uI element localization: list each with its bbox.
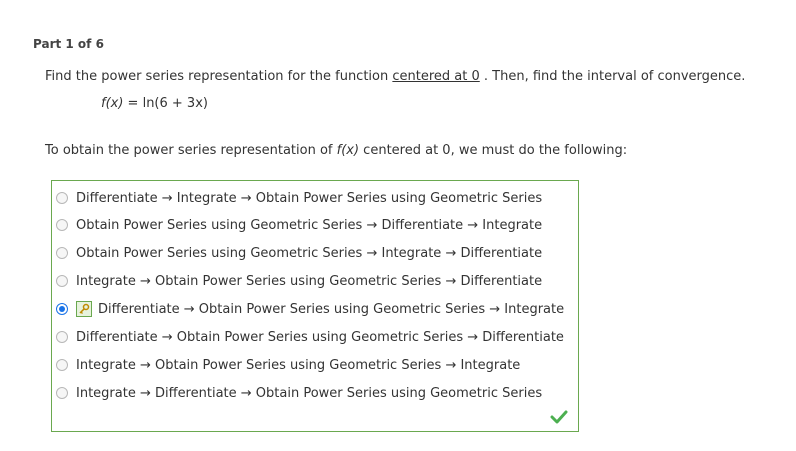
option-label: Integrate → Obtain Power Series using Ge… [76, 357, 521, 373]
function-definition: f(x) = ln(6 + 3x) [101, 96, 208, 111]
option-label: Obtain Power Series using Geometric Seri… [76, 245, 543, 261]
option-3[interactable]: Obtain Power Series using Geometric Seri… [56, 242, 542, 264]
option-label: Obtain Power Series using Geometric Seri… [76, 217, 543, 233]
option-label: Integrate → Differentiate → Obtain Power… [76, 385, 543, 401]
instruction-suffix: centered at 0, we must do the following: [359, 143, 628, 158]
option-5-selected[interactable]: Differentiate → Obtain Power Series usin… [56, 298, 564, 320]
radio-button[interactable] [56, 275, 68, 287]
radio-button-selected[interactable] [56, 303, 68, 315]
key-icon [76, 301, 92, 317]
checkmark-icon [550, 410, 568, 424]
question-text: Find the power series representation for… [45, 69, 745, 84]
question-prefix: Find the power series representation for… [45, 69, 393, 84]
instruction-function: f(x) [336, 143, 360, 158]
radio-button[interactable] [56, 331, 68, 343]
option-6[interactable]: Differentiate → Obtain Power Series usin… [56, 326, 564, 348]
question-page: Part 1 of 6 Find the power series repres… [0, 0, 796, 451]
radio-button[interactable] [56, 219, 68, 231]
radio-button[interactable] [56, 192, 68, 204]
instruction-prefix: To obtain the power series representatio… [45, 143, 337, 158]
option-label: Differentiate → Obtain Power Series usin… [76, 329, 564, 345]
radio-button[interactable] [56, 247, 68, 259]
option-label: Differentiate → Integrate → Obtain Power… [76, 190, 543, 206]
radio-button[interactable] [56, 359, 68, 371]
answer-options-box: Differentiate → Integrate → Obtain Power… [51, 180, 579, 432]
option-8[interactable]: Integrate → Differentiate → Obtain Power… [56, 382, 542, 404]
part-title: Part 1 of 6 [33, 37, 104, 51]
option-label: Integrate → Obtain Power Series using Ge… [76, 273, 543, 289]
option-7[interactable]: Integrate → Obtain Power Series using Ge… [56, 354, 520, 376]
function-expression: = ln(6 + 3x) [123, 96, 208, 111]
option-4[interactable]: Integrate → Obtain Power Series using Ge… [56, 270, 542, 292]
option-1[interactable]: Differentiate → Integrate → Obtain Power… [56, 187, 542, 209]
option-2[interactable]: Obtain Power Series using Geometric Seri… [56, 214, 542, 236]
question-suffix: . Then, find the interval of convergence… [479, 69, 746, 84]
instruction-text: To obtain the power series representatio… [45, 143, 627, 158]
function-name: f(x) [101, 96, 124, 111]
centered-at-0-link[interactable]: centered at 0 [392, 69, 479, 84]
option-label: Differentiate → Obtain Power Series usin… [98, 301, 565, 317]
radio-button[interactable] [56, 387, 68, 399]
